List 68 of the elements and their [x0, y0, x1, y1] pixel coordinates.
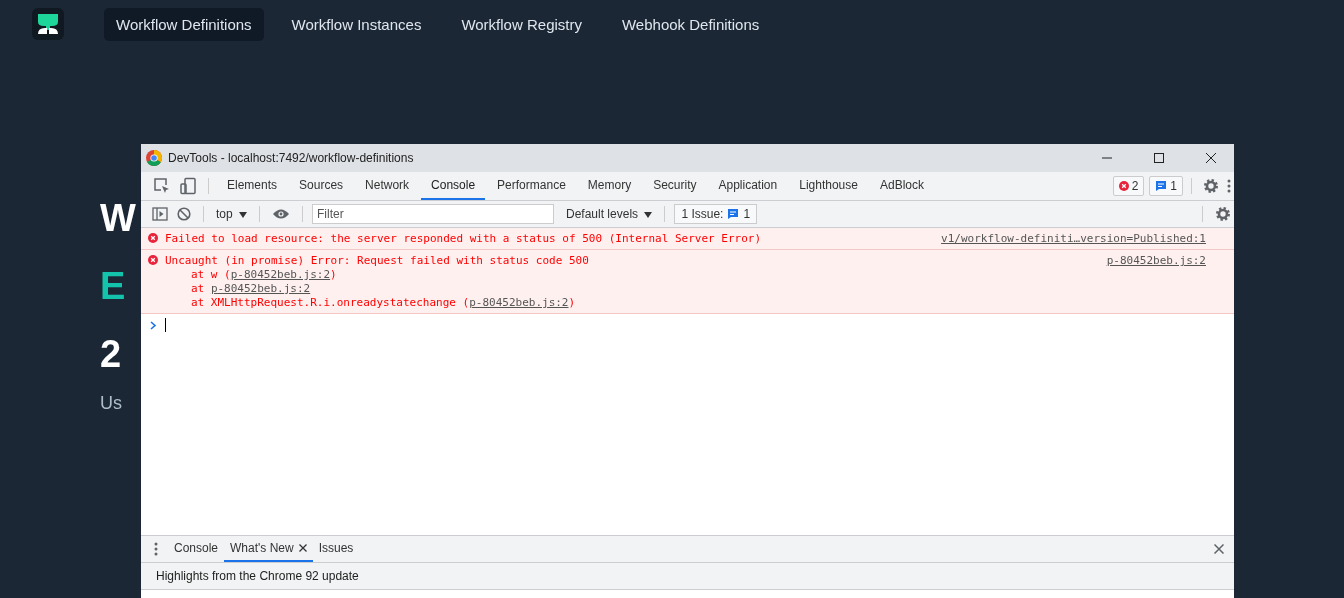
message-count-badge[interactable]: 1	[1149, 176, 1183, 196]
more-menu-icon[interactable]	[154, 542, 158, 556]
settings-icon[interactable]	[1215, 206, 1231, 222]
error-icon	[1118, 181, 1129, 191]
caret-icon	[239, 211, 247, 218]
chrome-logo-icon	[146, 150, 162, 166]
sidebar-toggle-icon[interactable]	[152, 206, 168, 222]
device-toggle-icon[interactable]	[179, 177, 197, 195]
nav-link[interactable]: Workflow Registry	[449, 7, 594, 41]
caret-icon	[644, 211, 653, 218]
message-icon	[1155, 180, 1168, 192]
close-icon[interactable]	[1205, 152, 1217, 164]
issues-button[interactable]: 1 Issue: 1	[674, 204, 758, 224]
devtools-tab[interactable]: Performance	[487, 172, 576, 200]
devtools-tab[interactable]: Sources	[289, 172, 354, 200]
window-title: DevTools - localhost:7492/workflow-definitions	[168, 151, 414, 165]
tab-label: Issues	[318, 541, 354, 555]
stack-trace-line: at XMLHttpRequest.R.i.onreadystatechange (p-80452beb.js:2)	[191, 296, 576, 309]
hero-text: 2	[100, 332, 122, 377]
stack-link[interactable]: p-80452beb.js:2	[230, 268, 331, 281]
clear-console-icon[interactable]	[177, 207, 191, 221]
stack-trace-line: at w (p-80452beb.js:2)	[191, 268, 337, 281]
source-link[interactable]: p-80452beb.js:2	[1106, 253, 1206, 268]
close-icon[interactable]	[1214, 544, 1224, 554]
error-count: 2	[1131, 179, 1139, 193]
devtools-tab[interactable]: Elements	[217, 172, 288, 200]
close-icon[interactable]	[298, 544, 307, 552]
drawer-tab[interactable]: Console	[168, 536, 225, 562]
devtools-tab[interactable]: Lighthouse	[789, 172, 868, 200]
nav-link[interactable]: Webhook Definitions	[610, 7, 772, 41]
hero-text: Us	[100, 394, 122, 412]
nav-link[interactable]: Workflow Definitions	[104, 7, 264, 41]
stack-link[interactable]: p-80452beb.js:2	[210, 282, 311, 295]
prompt-chevron-icon	[150, 320, 157, 330]
devtools-tab[interactable]: Network	[355, 172, 420, 200]
error-count-badge[interactable]: 2	[1112, 176, 1145, 196]
whats-new-headline: Highlights from the Chrome 92 update	[156, 569, 359, 583]
context-dropdown[interactable]: top	[213, 207, 250, 221]
tab-label: What's New	[230, 541, 294, 555]
stack-trace-line: at p-80452beb.js:2	[191, 282, 311, 295]
text-cursor	[165, 318, 166, 332]
error-icon	[148, 233, 158, 243]
message-count: 1	[1170, 179, 1177, 193]
settings-icon[interactable]	[1203, 178, 1219, 194]
message-icon	[727, 208, 740, 220]
maximize-icon[interactable]	[1153, 152, 1165, 164]
log-levels-dropdown[interactable]: Default levels	[563, 207, 656, 221]
nav-link[interactable]: Workflow Instances	[279, 7, 434, 41]
devtools-tab[interactable]: Memory	[577, 172, 642, 200]
inspect-icon[interactable]	[153, 177, 171, 195]
logo-icon	[32, 8, 64, 40]
filter-field[interactable]: Filter	[312, 204, 554, 224]
eye-icon[interactable]	[272, 208, 290, 220]
drawer-tab[interactable]: Issues	[312, 536, 360, 562]
message-text: Uncaught (in promise) Error: Request failed with status code 500	[165, 253, 589, 268]
hero-text: W	[100, 196, 136, 241]
devtools-tab[interactable]: AdBlock	[869, 172, 934, 200]
source-link[interactable]: v1/workflow-definiti…version=Published:1	[941, 231, 1206, 246]
devtools-tab[interactable]: Security	[643, 172, 707, 200]
devtools-tab[interactable]: Application	[708, 172, 788, 200]
error-icon	[148, 255, 158, 265]
issues-label: 1 Issue:	[681, 207, 724, 221]
hero-text: E	[100, 264, 126, 309]
stack-link[interactable]: p-80452beb.js:2	[469, 296, 569, 309]
more-menu-icon[interactable]	[1227, 179, 1231, 193]
tab-label: Console	[174, 541, 219, 555]
message-text: Failed to load resource: the server responded with a status of 500 (Internal Server Error)	[165, 231, 762, 246]
issues-count: 1	[743, 207, 751, 221]
